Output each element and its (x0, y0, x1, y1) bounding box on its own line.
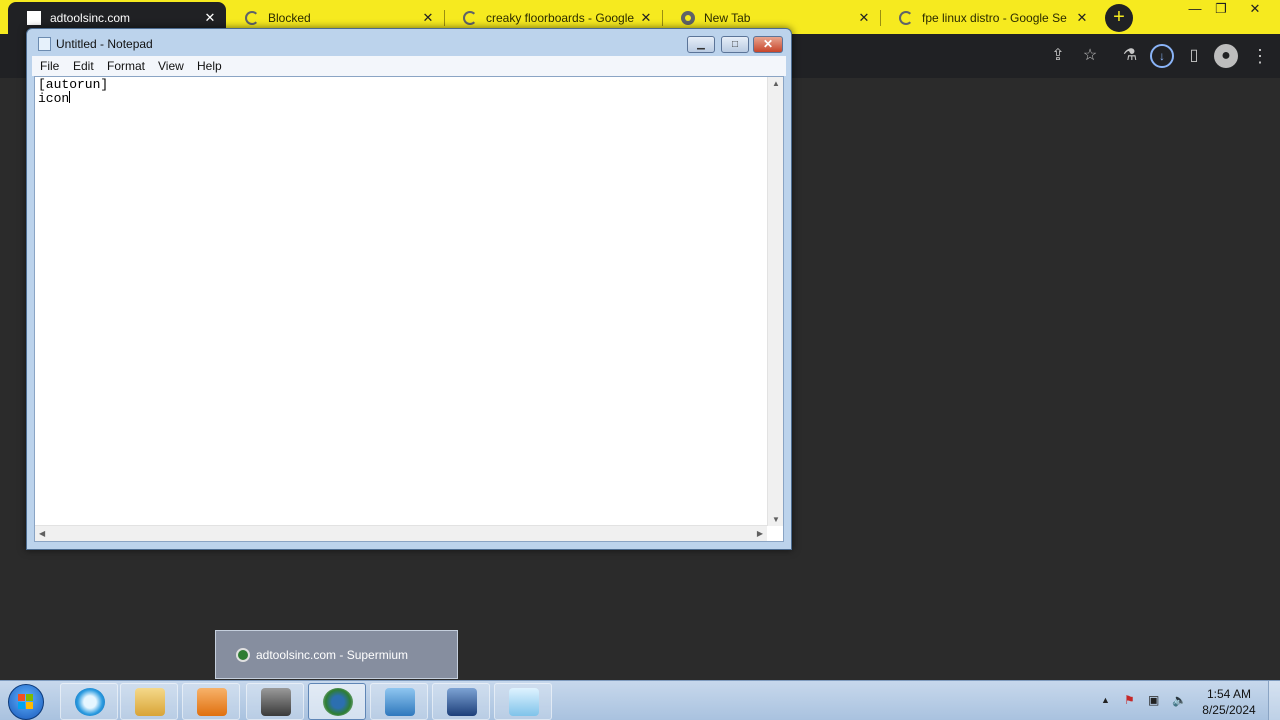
white-square-icon (26, 10, 42, 26)
sidepanel-icon[interactable]: ▯ (1182, 44, 1206, 68)
system-clock[interactable]: 1:54 AM 8/25/2024 (1198, 686, 1260, 718)
google-icon (898, 10, 914, 26)
taskbar-notepad-button[interactable] (494, 683, 552, 720)
control-panel-icon (385, 688, 415, 716)
clock-time: 1:54 AM (1206, 687, 1252, 701)
text-line: icon (38, 91, 70, 106)
tab-close-icon[interactable]: ✕ (1072, 10, 1092, 26)
menu-edit[interactable]: Edit (73, 59, 94, 73)
browser-app-icon (75, 688, 105, 716)
scroll-up-icon[interactable]: ▲ (772, 79, 780, 88)
chrome-icon (680, 10, 696, 26)
start-button[interactable] (8, 684, 44, 720)
taskbar-photo-button[interactable] (246, 683, 304, 720)
browser-restore-button[interactable]: ❐ (1204, 0, 1238, 18)
scroll-down-icon[interactable]: ▼ (772, 515, 780, 524)
download-icon[interactable]: ↓ (1150, 44, 1174, 68)
notepad-menubar: File Edit Format View Help (32, 56, 786, 76)
text-line: [autorun] (38, 77, 109, 92)
menu-format[interactable]: Format (107, 59, 145, 73)
folder-icon (135, 688, 165, 716)
star-icon[interactable]: ☆ (1078, 44, 1102, 68)
google-icon (244, 10, 260, 26)
show-desktop-button[interactable] (1268, 681, 1280, 720)
tab-title: New Tab (704, 11, 751, 25)
google-icon (462, 10, 478, 26)
tab-title: fpe linux distro - Google Se (922, 11, 1067, 25)
taskbar-thumbnail-popup[interactable]: adtoolsinc.com - Supermium (215, 630, 458, 679)
share-icon[interactable]: ⇪ (1046, 44, 1070, 68)
notepad-minimize-button[interactable]: ▁ (687, 36, 715, 53)
volume-muted-icon[interactable]: 🔈 (1172, 693, 1187, 707)
tab-close-icon[interactable]: ✕ (854, 10, 874, 26)
tab-title: Blocked (268, 11, 311, 25)
notepad-maximize-button[interactable]: □ (721, 36, 749, 53)
profile-icon[interactable]: ● (1214, 44, 1238, 68)
taskbar: ▲ ⚑ ▣ 🔈 1:54 AM 8/25/2024 (0, 680, 1280, 720)
thumbnail-title: adtoolsinc.com - Supermium (256, 648, 409, 662)
media-player-icon (197, 688, 227, 716)
scroll-left-icon[interactable]: ◀ (39, 529, 45, 538)
scroll-right-icon[interactable]: ▶ (757, 529, 763, 538)
notepad-text-area[interactable]: [autorun] icon ▲ ▼ ◀ ▶ (34, 76, 784, 542)
photo-icon (261, 688, 291, 716)
taskbar-explorer-button[interactable] (120, 683, 178, 720)
notepad-app-icon (38, 37, 51, 51)
notepad-window: Untitled - Notepad ▁ □ ✕ File Edit Forma… (26, 28, 792, 550)
tab-close-icon[interactable]: ✕ (636, 10, 656, 26)
remote-desktop-icon (447, 688, 477, 716)
supermium-icon (323, 688, 353, 716)
taskbar-control-panel-button[interactable] (370, 683, 428, 720)
taskbar-browser-button[interactable] (60, 683, 118, 720)
windows-logo-icon (18, 694, 34, 710)
action-center-icon[interactable]: ⚑ (1124, 693, 1135, 707)
notepad-title: Untitled - Notepad (56, 37, 153, 51)
horizontal-scrollbar[interactable]: ◀ ▶ (35, 525, 767, 541)
vertical-scrollbar[interactable]: ▲ ▼ (767, 77, 783, 526)
taskbar-remote-desktop-button[interactable] (432, 683, 490, 720)
tab-title: creaky floorboards - Google (486, 11, 635, 25)
network-icon[interactable]: ▣ (1148, 693, 1159, 707)
notepad-content: [autorun] icon (38, 78, 108, 105)
menu-help[interactable]: Help (197, 59, 222, 73)
new-tab-button[interactable]: + (1105, 4, 1133, 32)
taskbar-media-player-button[interactable] (182, 683, 240, 720)
notepad-icon (509, 688, 539, 716)
tab-title: adtoolsinc.com (50, 11, 131, 25)
tab-close-icon[interactable]: ✕ (418, 10, 438, 26)
menu-icon[interactable]: ⋮ (1248, 44, 1272, 68)
tab-fpe-linux[interactable]: fpe linux distro - Google Se ✕ (880, 2, 1098, 34)
flask-icon[interactable]: ⚗ (1118, 44, 1142, 68)
notepad-close-button[interactable]: ✕ (753, 36, 783, 53)
text-caret (69, 91, 71, 103)
menu-file[interactable]: File (40, 59, 59, 73)
show-hidden-icons-button[interactable]: ▲ (1101, 695, 1110, 705)
menu-view[interactable]: View (158, 59, 184, 73)
browser-close-button[interactable]: ✕ (1238, 0, 1272, 18)
notepad-titlebar[interactable]: Untitled - Notepad ▁ □ ✕ (27, 29, 791, 59)
clock-date: 8/25/2024 (1202, 703, 1256, 717)
supermium-icon (236, 648, 250, 662)
taskbar-supermium-button[interactable] (308, 683, 366, 720)
tab-close-icon[interactable]: ✕ (200, 10, 220, 26)
